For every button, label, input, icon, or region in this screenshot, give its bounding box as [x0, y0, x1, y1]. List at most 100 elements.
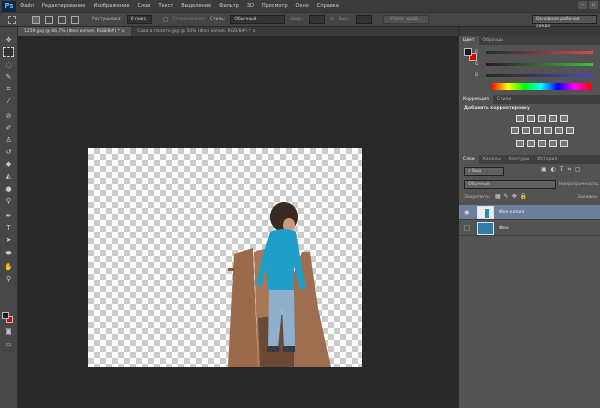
color-balance-icon[interactable]: [522, 127, 530, 134]
menu-layers[interactable]: Слои: [137, 3, 150, 9]
width-input[interactable]: [309, 15, 326, 24]
subtract-selection-icon[interactable]: [58, 15, 66, 24]
refine-edge-button[interactable]: Уточн. край...: [382, 15, 429, 24]
marquee-tool-icon[interactable]: [3, 47, 14, 57]
hue-saturation-icon[interactable]: [511, 127, 519, 134]
tab-document-1[interactable]: 1259.jpg @ 66,7% (Фон копия, RGB/8#) * ×: [18, 27, 132, 36]
layer-row-background-copy[interactable]: ◉ Фон копия: [459, 205, 600, 220]
feather-input[interactable]: 0 пикс.: [126, 15, 152, 24]
stamp-tool-icon[interactable]: ♙: [3, 135, 14, 145]
blend-mode-select[interactable]: Обычные: [464, 180, 556, 189]
posterize-icon[interactable]: [527, 140, 535, 147]
lasso-tool-icon[interactable]: ◌: [3, 60, 14, 70]
channel-mixer-icon[interactable]: [555, 127, 563, 134]
menu-3d[interactable]: 3D: [247, 3, 254, 9]
foreground-color-swatch[interactable]: [2, 312, 9, 319]
antialias-label: Сглаживание: [172, 17, 205, 22]
close-icon[interactable]: ×: [121, 29, 125, 34]
ellipse-tool-icon[interactable]: ⬬: [3, 248, 14, 258]
black-white-icon[interactable]: [533, 127, 541, 134]
layer-filter-icons[interactable]: ▣◐T⌗▢: [541, 166, 585, 174]
lock-icons[interactable]: ▦✎✥🔒: [495, 193, 530, 200]
exposure-icon[interactable]: [549, 115, 557, 122]
add-selection-icon[interactable]: [45, 15, 53, 24]
blur-tool-icon[interactable]: ●: [3, 184, 14, 194]
green-slider[interactable]: [486, 63, 593, 66]
color-lookup-icon[interactable]: [566, 127, 574, 134]
swap-icon[interactable]: ⇄: [330, 17, 334, 22]
menu-type[interactable]: Текст: [158, 3, 173, 9]
tab-history[interactable]: История: [533, 155, 561, 164]
layer-name: Фон: [499, 226, 509, 231]
blue-slider[interactable]: [486, 74, 593, 77]
eyedropper-tool-icon[interactable]: ⁄: [3, 96, 14, 106]
layer-row-background[interactable]: Фон: [459, 221, 600, 236]
layer-filter-select[interactable]: ⌕ Вид: [464, 167, 504, 176]
menu-select[interactable]: Выделение: [181, 3, 211, 9]
screen-mode-icon[interactable]: ▭: [3, 340, 14, 350]
menu-filter[interactable]: Фильтр: [219, 3, 239, 9]
menu-view[interactable]: Просмотр: [262, 3, 288, 9]
tab-document-2[interactable]: Сова в полете.jpg @ 50% (Фон копия, RGB/…: [131, 27, 262, 36]
selective-color-icon[interactable]: [549, 140, 557, 147]
zoom-tool-icon[interactable]: ⚲: [3, 274, 14, 284]
hand-tool-icon[interactable]: ✋: [3, 262, 14, 272]
maximize-button[interactable]: ▫: [589, 1, 598, 9]
photo-filter-icon[interactable]: [544, 127, 552, 134]
intersect-selection-icon[interactable]: [71, 15, 79, 24]
menu-image[interactable]: Изображение: [93, 3, 129, 9]
close-icon[interactable]: ×: [252, 29, 256, 34]
tab-color[interactable]: Цвет: [459, 36, 479, 45]
menu-file[interactable]: Файл: [20, 3, 34, 9]
curves-icon[interactable]: [538, 115, 546, 122]
menu-bar: Ps Файл Редактирование Изображение Слои …: [0, 0, 600, 12]
eraser-tool-icon[interactable]: ◆: [3, 159, 14, 169]
dodge-tool-icon[interactable]: ⚲: [3, 196, 14, 206]
pen-tool-icon[interactable]: ✒: [3, 211, 14, 221]
visibility-toggle[interactable]: [464, 225, 470, 231]
brush-tool-icon[interactable]: ✐: [3, 123, 14, 133]
tab-adjustments[interactable]: Коррекция: [459, 95, 493, 104]
image-canvas[interactable]: [88, 148, 362, 367]
healing-tool-icon[interactable]: ⊘: [3, 111, 14, 121]
layer-filter-value: Вид: [471, 169, 482, 174]
style-select[interactable]: Обычный: [230, 15, 286, 24]
path-select-tool-icon[interactable]: ➤: [3, 235, 14, 245]
paint-bucket-tool-icon[interactable]: ◭: [3, 171, 14, 181]
workspace-select[interactable]: Основная рабочая среда: [532, 15, 597, 29]
new-selection-icon[interactable]: [32, 15, 40, 24]
antialias-checkbox[interactable]: [162, 17, 168, 22]
red-slider[interactable]: [486, 51, 593, 54]
quick-select-tool-icon[interactable]: ✎: [3, 72, 14, 82]
menu-help[interactable]: Справка: [317, 3, 339, 9]
tab-channels[interactable]: Каналы: [479, 155, 505, 164]
crop-tool-icon[interactable]: ⌗: [3, 84, 14, 94]
invert-icon[interactable]: [516, 140, 524, 147]
type-tool-icon[interactable]: T: [3, 223, 14, 233]
vibrance-icon[interactable]: [560, 115, 568, 122]
lock-label: Закрепить:: [464, 195, 491, 200]
height-input[interactable]: [355, 15, 372, 24]
tab-styles[interactable]: Стили: [493, 95, 516, 104]
levels-icon[interactable]: [527, 115, 535, 122]
tab-swatches[interactable]: Образцы: [479, 36, 508, 45]
gradient-map-icon[interactable]: [560, 140, 568, 147]
move-tool-icon[interactable]: ✥: [3, 35, 14, 45]
menu-edit[interactable]: Редактирование: [42, 3, 86, 9]
history-brush-tool-icon[interactable]: ↺: [3, 147, 14, 157]
tab-label: Сова в полете.jpg @ 50% (Фон копия, RGB/…: [137, 29, 251, 34]
tab-layers[interactable]: Слои: [459, 155, 479, 164]
width-label: Шир.:: [290, 17, 305, 22]
color-spectrum[interactable]: [491, 83, 591, 90]
quick-mask-icon[interactable]: ◙: [3, 327, 14, 337]
eye-icon[interactable]: ◉: [464, 209, 469, 216]
foreground-color-swatch[interactable]: [464, 48, 472, 56]
photoshop-logo: Ps: [2, 0, 16, 12]
menu-window[interactable]: Окно: [296, 3, 309, 9]
marquee-preset-icon[interactable]: [8, 15, 16, 24]
threshold-icon[interactable]: [538, 140, 546, 147]
minimize-button[interactable]: –: [578, 1, 587, 9]
layers-panel-tabs: Слои Каналы Контуры История: [459, 155, 600, 164]
brightness-icon[interactable]: [516, 115, 524, 122]
tab-paths[interactable]: Контуры: [505, 155, 534, 164]
